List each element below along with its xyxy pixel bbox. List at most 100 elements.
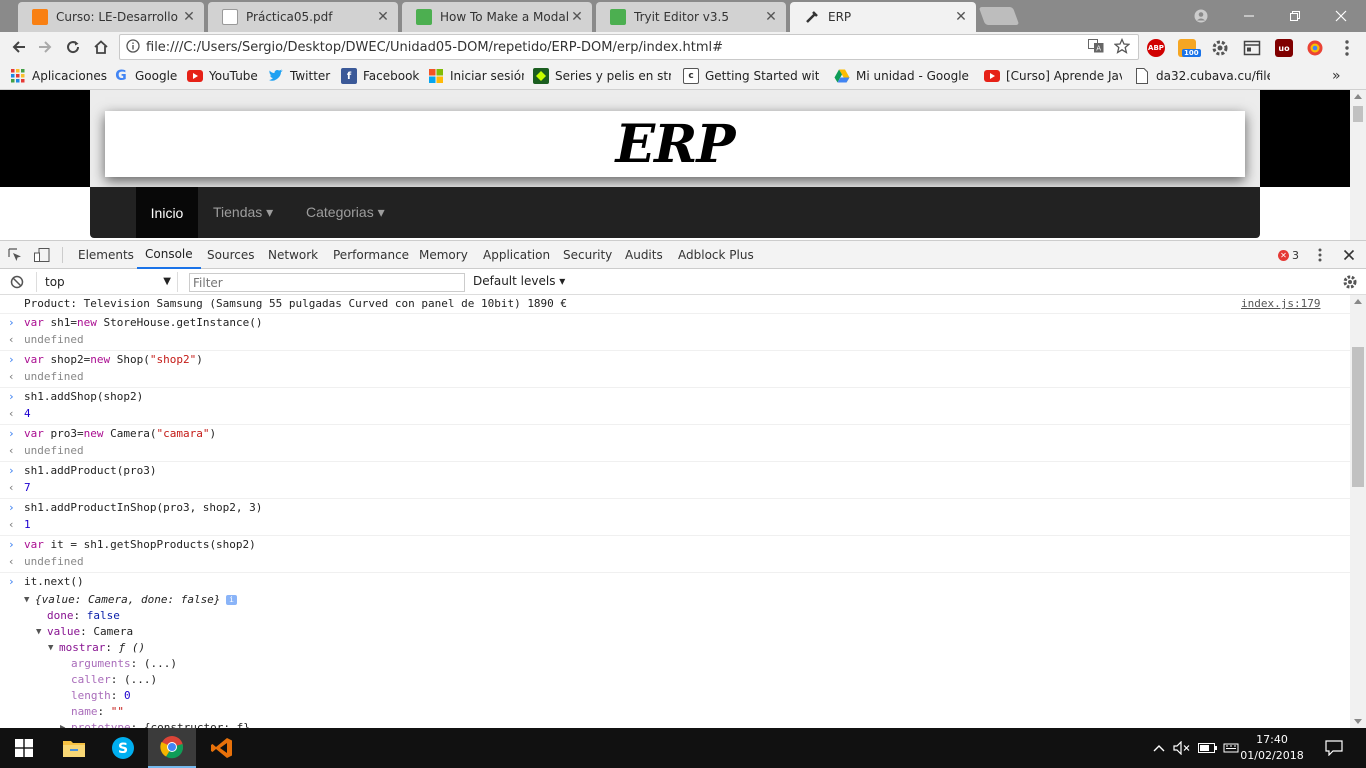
- bookmark-aplicaciones[interactable]: Aplicaciones: [10, 67, 110, 85]
- new-tab-button[interactable]: [978, 7, 1020, 25]
- translate-icon[interactable]: A: [1088, 38, 1106, 56]
- bookmark-youtube[interactable]: YouTube: [187, 67, 261, 85]
- property-value[interactable]: (...): [124, 673, 157, 686]
- profile-icon[interactable]: [1178, 0, 1224, 32]
- console-scrollbar[interactable]: [1350, 295, 1366, 729]
- browser-tab-practica[interactable]: Práctica05.pdf ✕: [208, 2, 398, 32]
- language-input-icon[interactable]: [1222, 728, 1240, 768]
- bookmark-facebook[interactable]: f Facebook: [341, 67, 421, 85]
- tab-sources[interactable]: Sources: [207, 241, 254, 269]
- address-bar[interactable]: file:///C:/Users/Sergio/Desktop/DWEC/Uni…: [119, 34, 1139, 60]
- scroll-up-arrow[interactable]: [1354, 94, 1362, 99]
- url-text[interactable]: file:///C:/Users/Sergio/Desktop/DWEC/Uni…: [146, 40, 1088, 55]
- tab-adblock-plus[interactable]: Adblock Plus: [678, 241, 754, 269]
- bookmark-twitter[interactable]: Twitter: [268, 67, 334, 85]
- close-icon[interactable]: ✕: [182, 9, 196, 25]
- bookmark-star-icon[interactable]: [1113, 37, 1132, 57]
- menu-kebab-icon[interactable]: [1338, 39, 1356, 57]
- context-selector[interactable]: top ▼: [36, 272, 178, 292]
- tab-application[interactable]: Application: [483, 241, 550, 269]
- volume-muted-icon[interactable]: [1172, 728, 1192, 768]
- inspect-element-icon[interactable]: [8, 241, 26, 269]
- rss-icon[interactable]: 100: [1178, 39, 1201, 57]
- nav-categorias-dropdown[interactable]: Categorias ▾: [306, 187, 406, 238]
- home-button[interactable]: [90, 36, 112, 58]
- settings-gear-icon[interactable]: [1211, 39, 1229, 57]
- close-icon[interactable]: ✕: [764, 9, 778, 25]
- site-logo[interactable]: ERP: [616, 114, 736, 175]
- tab-performance[interactable]: Performance: [333, 241, 409, 269]
- close-icon[interactable]: ✕: [570, 9, 584, 25]
- action-center-icon[interactable]: [1318, 728, 1350, 768]
- system-clock[interactable]: 17:40 01/02/2018: [1240, 732, 1304, 764]
- rss-badge: 100: [1182, 49, 1201, 57]
- info-badge-icon[interactable]: i: [226, 595, 237, 605]
- skype-icon[interactable]: S: [99, 728, 147, 768]
- tab-audits[interactable]: Audits: [625, 241, 663, 269]
- tray-overflow-chevron-icon[interactable]: [1150, 728, 1168, 768]
- bookmark-google-drive[interactable]: Mi unidad - Google D: [834, 67, 972, 85]
- devtools-close-icon[interactable]: [1343, 241, 1357, 269]
- page-scrollbar[interactable]: [1350, 90, 1366, 240]
- bookmark-curso-java[interactable]: [Curso] Aprende Java: [984, 67, 1122, 85]
- log-levels-dropdown[interactable]: Default levels ▾: [473, 274, 565, 288]
- tab-title: How To Make a Modal B: [440, 10, 570, 24]
- chrome-extension-icon[interactable]: [1306, 39, 1324, 57]
- restore-button[interactable]: [1272, 0, 1318, 32]
- close-icon[interactable]: ✕: [954, 9, 968, 25]
- scroll-up-arrow[interactable]: [1354, 299, 1362, 304]
- bookmark-getting-started[interactable]: c Getting Started with f: [683, 67, 819, 85]
- string: "shop2": [149, 353, 197, 366]
- page-viewport: ERP Inicio Tiendas ▾ Categorias ▾: [0, 90, 1350, 240]
- reload-button[interactable]: [62, 36, 84, 58]
- tab-network[interactable]: Network: [268, 241, 318, 269]
- browser-tab-curso[interactable]: Curso: LE-Desarrollo web ✕: [18, 2, 204, 32]
- devtools-menu-kebab-icon[interactable]: [1318, 241, 1326, 269]
- browser-tab-tryit[interactable]: Tryit Editor v3.5 ✕: [596, 2, 786, 32]
- bookmark-da32[interactable]: da32.cubava.cu/files/: [1134, 67, 1270, 85]
- nav-inicio[interactable]: Inicio: [136, 187, 198, 238]
- battery-icon[interactable]: [1197, 728, 1219, 768]
- visual-studio-code-icon[interactable]: [198, 728, 246, 768]
- input-code: var pro3=new Camera("camara"): [24, 425, 216, 443]
- file-icon: [1134, 68, 1150, 84]
- scroll-down-arrow[interactable]: [1354, 719, 1362, 724]
- tab-console[interactable]: Console: [137, 241, 201, 269]
- bookmark-series[interactable]: Series y pelis en strea: [533, 67, 671, 85]
- console-filter-input[interactable]: [189, 273, 465, 292]
- bookmarks-overflow-icon[interactable]: »: [1332, 67, 1346, 85]
- info-icon[interactable]: [126, 38, 140, 56]
- bookmark-iniciar-sesion[interactable]: Iniciar sesión: [428, 67, 524, 85]
- tab-security[interactable]: Security: [563, 241, 612, 269]
- close-window-button[interactable]: [1318, 0, 1364, 32]
- page-scroll-thumb[interactable]: [1353, 106, 1363, 122]
- string: "camara": [156, 427, 210, 440]
- forward-button[interactable]: [34, 36, 56, 58]
- clear-console-icon[interactable]: [10, 275, 24, 289]
- chrome-taskbar-icon[interactable]: [148, 728, 196, 768]
- adblock-plus-icon[interactable]: ABP: [1147, 39, 1165, 57]
- property-value[interactable]: (...): [144, 657, 177, 670]
- tab-elements[interactable]: Elements: [78, 241, 134, 269]
- error-counter[interactable]: ✕ 3: [1278, 241, 1302, 269]
- minimize-button[interactable]: [1226, 0, 1272, 32]
- device-toolbar-icon[interactable]: [34, 241, 52, 269]
- ublock-icon[interactable]: uo: [1275, 39, 1293, 57]
- close-icon[interactable]: ✕: [376, 9, 390, 25]
- console-scroll-thumb[interactable]: [1352, 347, 1364, 487]
- property-key: done: [47, 609, 74, 622]
- bookmark-google[interactable]: G Google: [113, 67, 183, 85]
- console-result-row: ‹ 7: [0, 479, 1350, 497]
- browser-tab-modal[interactable]: How To Make a Modal B ✕: [402, 2, 592, 32]
- file-explorer-icon[interactable]: [50, 728, 98, 768]
- start-button[interactable]: [0, 728, 48, 768]
- nav-tiendas-dropdown[interactable]: Tiendas ▾: [213, 187, 293, 238]
- site-navbar: Inicio Tiendas ▾ Categorias ▾: [90, 187, 1260, 238]
- source-link[interactable]: index.js:179: [1241, 295, 1320, 313]
- back-button[interactable]: [8, 36, 30, 58]
- result-arrow-icon: ‹: [8, 333, 15, 346]
- browser-tab-erp[interactable]: ERP ✕: [790, 2, 976, 32]
- reader-mode-icon[interactable]: [1243, 39, 1261, 57]
- tab-memory[interactable]: Memory: [419, 241, 468, 269]
- console-settings-gear-icon[interactable]: [1342, 274, 1358, 290]
